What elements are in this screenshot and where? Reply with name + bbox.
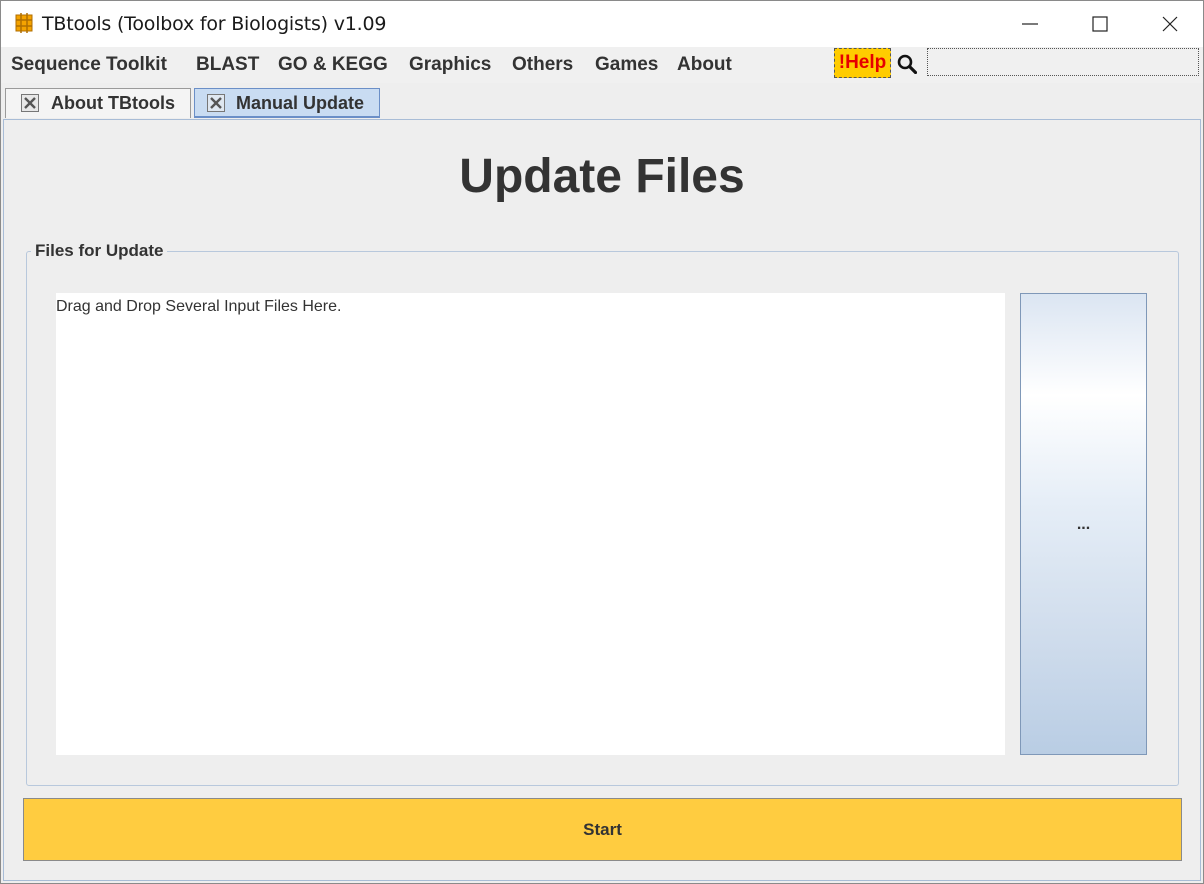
menu-about[interactable]: About [677, 54, 732, 76]
tab-about-tbtools[interactable]: About TBtools [5, 88, 191, 118]
tab-manual-update[interactable]: Manual Update [194, 88, 380, 118]
page-title: Update Files [459, 150, 745, 203]
app-window: TBtools (Toolbox for Biologists) v1.09 S… [0, 0, 1204, 884]
help-button[interactable]: !Help [834, 48, 891, 78]
tbtools-app-icon [15, 13, 33, 33]
close-window-button[interactable] [1135, 1, 1204, 47]
tab-label: About TBtools [51, 93, 175, 113]
file-drop-area[interactable]: Drag and Drop Several Input Files Here. [56, 293, 1005, 755]
search-input[interactable] [927, 48, 1199, 76]
maximize-icon [1092, 16, 1108, 32]
menu-go-kegg[interactable]: GO & KEGG [278, 54, 388, 76]
close-icon [1162, 16, 1178, 32]
maximize-button[interactable] [1065, 1, 1135, 47]
browse-button[interactable]: ... [1020, 293, 1147, 755]
start-button[interactable]: Start [23, 798, 1182, 861]
menu-others[interactable]: Others [512, 54, 573, 76]
close-icon[interactable] [207, 94, 225, 112]
drop-hint: Drag and Drop Several Input Files Here. [56, 298, 342, 315]
minimize-button[interactable] [995, 1, 1065, 47]
menu-games[interactable]: Games [595, 54, 658, 76]
menu-graphics[interactable]: Graphics [409, 54, 491, 76]
title-bar[interactable]: TBtools (Toolbox for Biologists) v1.09 [1, 1, 1203, 47]
search-icon[interactable] [897, 54, 917, 74]
minimize-icon [1022, 23, 1038, 25]
tab-strip: About TBtools Manual Update [1, 83, 1203, 119]
menu-blast[interactable]: BLAST [196, 54, 259, 76]
group-label: Files for Update [31, 241, 168, 261]
close-icon[interactable] [21, 94, 39, 112]
menu-bar: Sequence Toolkit BLAST GO & KEGG Graphic… [1, 47, 1203, 83]
window-title: TBtools (Toolbox for Biologists) v1.09 [42, 13, 387, 35]
menu-sequence-toolkit[interactable]: Sequence Toolkit [11, 54, 167, 76]
tab-label: Manual Update [236, 93, 365, 113]
